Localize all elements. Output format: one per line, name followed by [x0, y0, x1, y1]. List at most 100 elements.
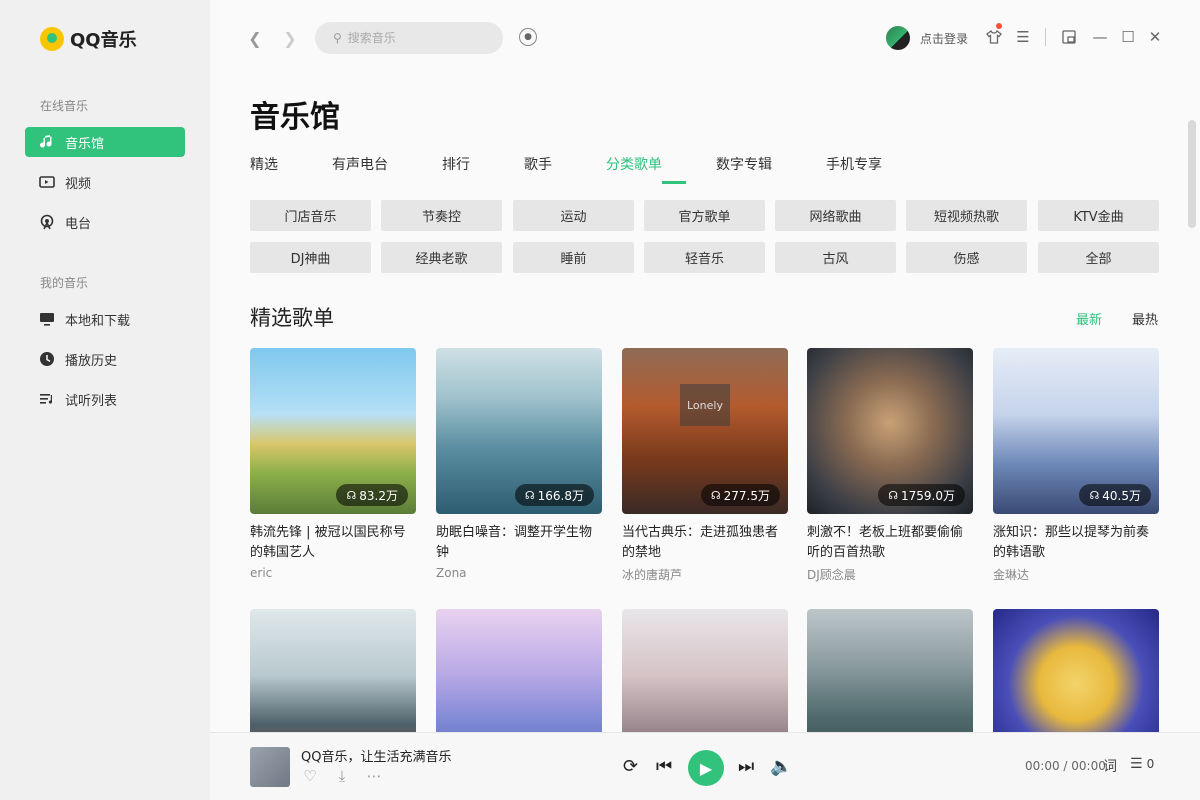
tab-singers[interactable]: 歌手	[524, 154, 552, 174]
tab-mobile-exclusive[interactable]: 手机专享	[826, 154, 882, 174]
category-ancient-style[interactable]: 古风	[775, 242, 896, 273]
app-logo[interactable]: QQ音乐	[40, 26, 137, 52]
playlist-author[interactable]: Zona	[436, 566, 602, 580]
tab-category-playlists[interactable]: 分类歌单	[606, 154, 662, 174]
scrollbar-thumb[interactable]	[1188, 120, 1196, 228]
playlist-card[interactable]: ☊ 166.8万 助眠白噪音：调整开学生物钟 Zona	[436, 348, 602, 580]
search-box[interactable]: ⚲	[315, 22, 503, 54]
previous-track-icon[interactable]: ⏮	[656, 756, 672, 777]
back-arrow-icon[interactable]: ❮	[245, 28, 265, 48]
tab-featured[interactable]: 精选	[250, 154, 278, 174]
now-playing-title: QQ音乐，让生活充满音乐	[301, 750, 452, 765]
playlist-icon	[39, 391, 55, 407]
playlist-author[interactable]: 金琳达	[993, 566, 1159, 583]
playlist-card[interactable]	[807, 609, 973, 732]
playlist-cover[interactable]: ☊ 166.8万	[436, 348, 602, 514]
playlist-card[interactable]: ☊ 1759.0万 刺激不！老板上班都要偷偷听的百首热歌 DJ顾念晨	[807, 348, 973, 583]
category-light-music[interactable]: 轻音乐	[644, 242, 765, 273]
download-icon[interactable]: ⤓	[333, 767, 351, 785]
playlist-title[interactable]: 助眠白噪音：调整开学生物钟	[436, 523, 602, 563]
playlist-title[interactable]: 刺激不！老板上班都要偷偷听的百首热歌	[807, 523, 973, 563]
main-content: ❮ ❯ ⚲ ● 点击登录 ☰ — ☐ ✕ 音乐馆 精选 有声电台 排行 歌手 分…	[210, 0, 1200, 732]
playlist-card[interactable]	[622, 609, 788, 732]
category-bedtime[interactable]: 睡前	[513, 242, 634, 273]
playlist-cover[interactable]: ☊ 1759.0万	[807, 348, 973, 514]
playlist-card[interactable]	[436, 609, 602, 732]
sidebar-item-listen-list[interactable]: 试听列表	[25, 384, 185, 414]
play-count-badge: ☊ 1759.0万	[878, 484, 965, 506]
playlist-cover[interactable]: ☊ 40.5万	[993, 348, 1159, 514]
playlist-title[interactable]: 涨知识：那些以提琴为前奏的韩语歌	[993, 523, 1159, 563]
sidebar-item-play-history[interactable]: 播放历史	[25, 344, 185, 374]
playlist-cover[interactable]	[622, 609, 788, 732]
playlist-author[interactable]: eric	[250, 566, 416, 580]
maximize-icon[interactable]: ☐	[1119, 28, 1137, 46]
video-icon	[39, 174, 55, 190]
category-sad[interactable]: 伤感	[906, 242, 1027, 273]
sort-hottest-button[interactable]: 最热	[1132, 309, 1158, 328]
skin-shirt-icon[interactable]	[985, 28, 1003, 46]
playlist-title[interactable]: 韩流先锋 | 被冠以国民称号的韩国艺人	[250, 523, 416, 563]
top-bar: ❮ ❯ ⚲ ● 点击登录 ☰ — ☐ ✕	[210, 0, 1200, 76]
forward-arrow-icon[interactable]: ❯	[280, 28, 300, 48]
playlist-card[interactable]: Lonely ☊ 277.5万 当代古典乐：走进孤独患者的禁地 冰的唐葫芦	[622, 348, 788, 583]
login-button[interactable]: 点击登录	[886, 26, 968, 50]
playback-time: 00:00 / 00:00	[1025, 759, 1106, 773]
loop-mode-icon[interactable]: ⟳	[623, 756, 638, 777]
playlist-author[interactable]: DJ顾念晨	[807, 566, 973, 583]
playlist-cover[interactable]	[993, 609, 1159, 732]
next-track-icon[interactable]: ⏭	[738, 756, 754, 777]
mini-mode-icon[interactable]	[1060, 28, 1078, 46]
sidebar-item-local-download[interactable]: 本地和下载	[25, 304, 185, 334]
category-rhythm[interactable]: 节奏控	[381, 200, 502, 231]
playlist-card[interactable]	[993, 609, 1159, 732]
sidebar-item-video[interactable]: 视频	[25, 167, 185, 197]
category-ktv[interactable]: KTV金曲	[1038, 200, 1159, 231]
category-classic-oldies[interactable]: 经典老歌	[381, 242, 502, 273]
more-icon[interactable]: ⋯	[365, 767, 383, 785]
lyrics-button[interactable]: 词	[1103, 756, 1117, 776]
category-web-songs[interactable]: 网络歌曲	[775, 200, 896, 231]
category-all[interactable]: 全部	[1038, 242, 1159, 273]
playlist-cover[interactable]: ☊ 83.2万	[250, 348, 416, 514]
cover-text: Lonely	[680, 384, 730, 426]
sort-newest-button[interactable]: 最新	[1076, 309, 1102, 328]
tab-digital-albums[interactable]: 数字专辑	[716, 154, 772, 174]
clock-icon	[39, 351, 55, 367]
playlist-card[interactable]: ☊ 40.5万 涨知识：那些以提琴为前奏的韩语歌 金琳达	[993, 348, 1159, 583]
sidebar-item-label: 电台	[65, 216, 92, 232]
volume-icon[interactable]: 🔈	[770, 756, 792, 777]
now-playing-cover[interactable]	[250, 747, 290, 787]
login-label: 点击登录	[920, 31, 969, 46]
sidebar-item-label: 音乐馆	[65, 136, 105, 152]
playlist-cover[interactable]: Lonely ☊ 277.5万	[622, 348, 788, 514]
sidebar-item-radio[interactable]: 电台	[25, 207, 185, 237]
play-button[interactable]: ▶	[688, 750, 724, 786]
queue-count: 0	[1146, 757, 1155, 771]
section-my-music: 我的音乐	[40, 276, 89, 290]
close-icon[interactable]: ✕	[1146, 28, 1164, 46]
play-queue-button[interactable]: ☰ 0	[1130, 756, 1154, 772]
playlist-title[interactable]: 当代古典乐：走进孤独患者的禁地	[622, 523, 788, 563]
category-dj[interactable]: DJ神曲	[250, 242, 371, 273]
playlist-cover[interactable]	[250, 609, 416, 732]
playlist-cover[interactable]	[807, 609, 973, 732]
playlist-card[interactable]: ☊ 83.2万 韩流先锋 | 被冠以国民称号的韩国艺人 eric	[250, 348, 416, 580]
menu-icon[interactable]: ☰	[1014, 28, 1032, 46]
playlist-cover[interactable]	[436, 609, 602, 732]
category-store-music[interactable]: 门店音乐	[250, 200, 371, 231]
qq-music-logo-icon	[40, 27, 64, 51]
tab-audio-radio[interactable]: 有声电台	[332, 154, 388, 174]
category-official[interactable]: 官方歌单	[644, 200, 765, 231]
playlist-card[interactable]	[250, 609, 416, 732]
playlist-author[interactable]: 冰的唐葫芦	[622, 566, 788, 583]
category-short-video[interactable]: 短视频热歌	[906, 200, 1027, 231]
category-sports[interactable]: 运动	[513, 200, 634, 231]
minimize-icon[interactable]: —	[1091, 28, 1109, 46]
headphones-icon: ☊	[1089, 488, 1100, 502]
like-heart-icon[interactable]: ♡	[301, 767, 319, 785]
search-input[interactable]	[347, 31, 478, 45]
voice-search-icon[interactable]: ●	[519, 28, 537, 46]
tab-charts[interactable]: 排行	[442, 154, 470, 174]
sidebar-item-music-hall[interactable]: 音乐馆	[25, 127, 185, 157]
